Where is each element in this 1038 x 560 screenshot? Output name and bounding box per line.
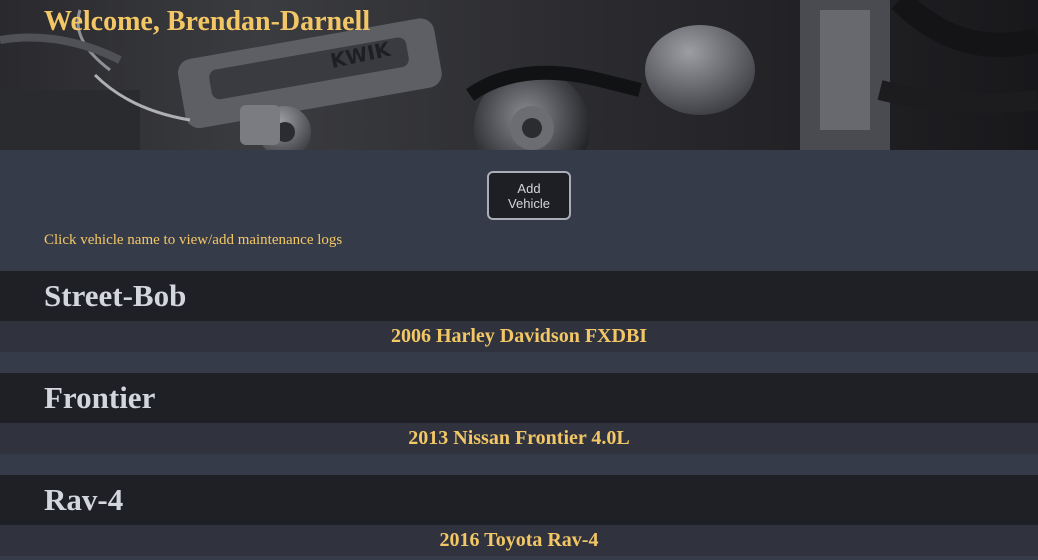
username: Brendan-Darnell xyxy=(166,6,371,37)
vehicle-item: Rav-4 2016 Toyota Rav-4 xyxy=(0,475,1038,556)
vehicle-name-link[interactable]: Rav-4 xyxy=(0,475,1038,525)
welcome-prefix: Welcome, xyxy=(44,6,167,37)
instruction-text: Click vehicle name to view/add maintenan… xyxy=(44,232,343,248)
vehicle-controls: Add Vehicle Click vehicle name to view/a… xyxy=(0,150,1038,271)
vehicle-name-link[interactable]: Street-Bob xyxy=(0,271,1038,321)
vehicle-description: 2016 Toyota Rav-4 xyxy=(0,525,1038,556)
vehicle-name-link[interactable]: Frontier xyxy=(0,373,1038,423)
vehicle-item: Street-Bob 2006 Harley Davidson FXDBI xyxy=(0,271,1038,373)
vehicle-item: Frontier 2013 Nissan Frontier 4.0L xyxy=(0,373,1038,475)
vehicle-description: 2013 Nissan Frontier 4.0L xyxy=(0,423,1038,454)
welcome-heading: Welcome, Brendan-Darnell xyxy=(44,6,370,38)
vehicle-spacer xyxy=(0,454,1038,475)
add-vehicle-button[interactable]: Add Vehicle xyxy=(487,171,571,220)
hero-banner: KWIK Welcome, Brendan-Darnell xyxy=(0,0,1038,150)
vehicle-list: Street-Bob 2006 Harley Davidson FXDBI Fr… xyxy=(0,271,1038,556)
vehicle-spacer xyxy=(0,352,1038,373)
vehicle-description: 2006 Harley Davidson FXDBI xyxy=(0,321,1038,352)
